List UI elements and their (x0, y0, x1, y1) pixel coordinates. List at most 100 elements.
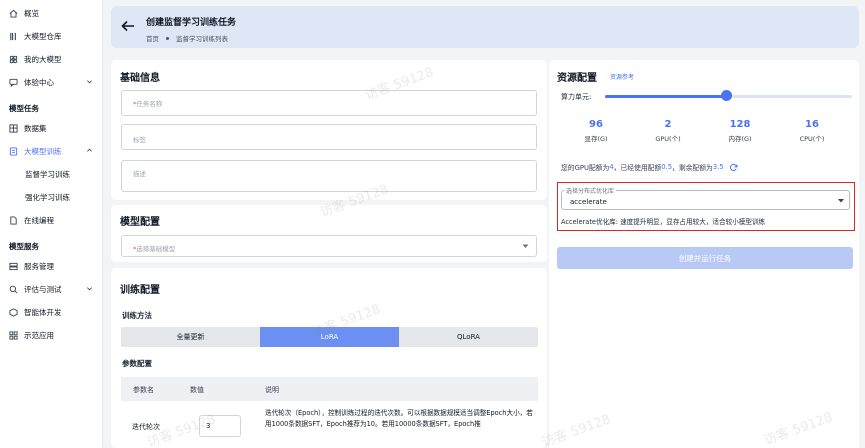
create-and-run-button[interactable]: 创建并运行任务 (557, 247, 853, 269)
stat-memory: 128 内存(G) (710, 119, 770, 143)
column-header-description: 说明 (265, 386, 279, 394)
apps-icon (9, 330, 18, 340)
training-method-segmented: 全量更新 LoRA QLoRA (121, 327, 538, 347)
table-icon (9, 123, 18, 133)
quota-used: 0.5 (661, 163, 673, 171)
sidebar-item-label: 概览 (24, 8, 39, 18)
sidebar-item-label: 大模型训练 (24, 146, 62, 156)
sidebar-item-training[interactable]: 大模型训练 (0, 142, 103, 160)
resource-config-title: 资源配置 (557, 73, 597, 84)
server-icon (9, 262, 18, 271)
stat-label: 显存(G) (584, 135, 608, 143)
search-icon (9, 285, 18, 294)
compute-slider-thumb[interactable] (721, 90, 733, 101)
my-model-icon (9, 55, 18, 64)
sidebar-item-label: 服务管理 (24, 261, 54, 271)
base-model-select[interactable]: *选择基础模型 (121, 235, 537, 257)
training-icon (9, 146, 18, 156)
training-method-label: 训练方法 (122, 311, 152, 320)
sidebar-item-label: 体验中心 (24, 77, 54, 87)
sidebar-item-evaluation[interactable]: 评估与测试 (0, 280, 103, 298)
sidebar: 概览 大模型仓库 我的大模型 体验中心 模型任务 数据集 大模型训练 监督学习训… (0, 0, 103, 448)
column-header-name: 参数名 (133, 386, 154, 394)
file-code-icon (9, 215, 18, 225)
description-textarea[interactable]: 描述 (121, 160, 537, 192)
stat-value: 96 (589, 119, 603, 130)
method-full-update-button[interactable]: 全量更新 (121, 327, 260, 347)
stat-value: 128 (729, 119, 751, 130)
caret-down-icon (838, 199, 844, 203)
stat-value: 16 (805, 119, 819, 130)
distributed-lib-value: accelerate (570, 198, 607, 206)
chat-icon (9, 78, 18, 87)
distributed-lib-legend: 选择分布式优化库 (564, 186, 617, 195)
stat-label: 内存(G) (728, 135, 752, 143)
breadcrumb-home[interactable]: 首页 (146, 33, 159, 43)
base-model-placeholder: 选择基础模型 (136, 245, 176, 253)
page-header: 创建监督学习训练任务 首页 监督学习训练列表 (111, 6, 859, 48)
sidebar-item-label: 监督学习训练 (25, 169, 70, 179)
sidebar-item-online-coding[interactable]: 在线编程 (0, 211, 103, 229)
sidebar-item-overview[interactable]: 概览 (0, 4, 103, 22)
epochs-input[interactable] (199, 415, 241, 437)
compute-unit-label: 算力单元: (561, 93, 592, 101)
sidebar-item-label: 我的大模型 (24, 54, 62, 64)
chevron-down-icon (87, 287, 92, 291)
quota-left: 3.5 (712, 163, 724, 171)
stat-gpu: 2 GPU(个) (638, 119, 698, 143)
agent-icon (9, 307, 18, 317)
sidebar-item-agent-dev[interactable]: 智能体开发 (0, 303, 103, 321)
stat-vram: 96 显存(G) (566, 119, 626, 143)
sidebar-item-label: 强化学习训练 (25, 192, 70, 202)
param-name-epochs: 迭代轮次 (132, 423, 160, 431)
distributed-lib-help: Accelerate优化库: 速度提升明显，显存占用较大，适合较小模型训练 (561, 218, 766, 226)
resource-reference-link[interactable]: 资源参考 (610, 72, 634, 81)
sidebar-item-label: 大模型仓库 (24, 31, 62, 41)
sidebar-item-label: 评估与测试 (24, 284, 62, 294)
breadcrumb: 首页 监督学习训练列表 (146, 33, 228, 43)
sidebar-item-demo-apps[interactable]: 示范应用 (0, 326, 103, 344)
nav-group-model-tasks: 模型任务 (9, 104, 39, 113)
sidebar-item-my-models[interactable]: 我的大模型 (0, 50, 103, 68)
method-qlora-button[interactable]: QLoRA (399, 327, 538, 347)
stat-value: 2 (664, 119, 672, 130)
method-lora-button[interactable]: LoRA (260, 327, 399, 347)
sidebar-item-label: 示范应用 (24, 330, 54, 340)
model-hub-icon (9, 32, 18, 41)
sidebar-item-label: 智能体开发 (24, 307, 62, 317)
breadcrumb-separator (166, 36, 169, 40)
params-label: 参数配置 (122, 359, 152, 368)
task-name-placeholder: 任务名称 (136, 100, 163, 108)
sidebar-item-experience[interactable]: 体验中心 (0, 73, 103, 91)
column-header-value: 数值 (190, 386, 204, 394)
compute-slider-fill (605, 95, 727, 98)
breadcrumb-current[interactable]: 监督学习训练列表 (176, 33, 228, 43)
stat-label: GPU(个) (655, 135, 681, 143)
stat-cpu: 16 CPU(个) (782, 119, 842, 143)
nav-group-model-services: 模型服务 (9, 242, 39, 251)
description-placeholder: 描述 (133, 170, 146, 178)
gpu-quota-text: 您的GPU配额为 4 ，已经使用配额 0.5 ，剩余配额为 3.5 (561, 162, 738, 172)
training-config-title: 训练配置 (120, 285, 160, 296)
refresh-icon[interactable] (729, 163, 738, 172)
sidebar-item-datasets[interactable]: 数据集 (0, 119, 103, 137)
tags-placeholder: 标签 (133, 136, 146, 144)
sidebar-item-supervised-training[interactable]: 监督学习训练 (0, 165, 103, 183)
task-name-input[interactable]: *任务名称 (121, 90, 537, 116)
tags-input[interactable]: 标签 (121, 124, 537, 150)
param-description-epochs: 迭代轮次（Epoch），控制训练过程的迭代次数。可以根据数据规模适当调整Epoc… (265, 409, 533, 428)
model-config-title: 模型配置 (120, 217, 160, 228)
sidebar-item-model-hub[interactable]: 大模型仓库 (0, 27, 103, 45)
home-icon (9, 9, 18, 18)
chevron-down-icon (87, 80, 92, 84)
sidebar-item-service-management[interactable]: 服务管理 (0, 257, 103, 275)
stat-label: CPU(个) (799, 135, 825, 143)
back-arrow-icon[interactable] (121, 20, 135, 32)
chevron-up-icon (87, 148, 92, 152)
page-title: 创建监督学习训练任务 (146, 18, 237, 28)
sidebar-item-rl-training[interactable]: 强化学习训练 (0, 188, 103, 206)
params-table-header: 参数名 数值 说明 (121, 377, 538, 401)
sidebar-item-label: 在线编程 (24, 215, 54, 225)
basic-info-title: 基础信息 (120, 73, 160, 84)
caret-down-icon (522, 244, 529, 248)
